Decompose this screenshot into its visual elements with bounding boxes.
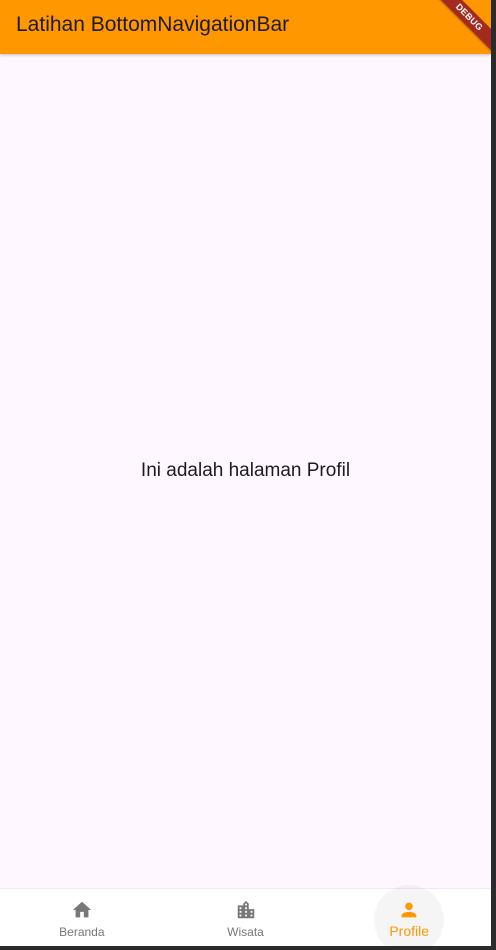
city-buildings-icon xyxy=(237,900,254,919)
app-bar: Latihan BottomNavigationBar xyxy=(0,0,491,54)
person-icon xyxy=(401,902,417,918)
nav-item-profile[interactable]: Profile xyxy=(327,885,491,946)
app-screen: Latihan BottomNavigationBar DEBUG Ini ad… xyxy=(0,0,491,946)
nav-item-beranda[interactable]: Beranda xyxy=(0,889,164,946)
profile-page-message: Ini adalah halaman Profil xyxy=(140,460,351,481)
nav-label-wisata: Wisata xyxy=(227,925,264,939)
home-icon xyxy=(72,901,91,918)
bottom-navigation-bar: Beranda Wisata Profile xyxy=(0,885,491,946)
app-bar-title: Latihan BottomNavigationBar xyxy=(16,13,290,36)
nav-item-wisata[interactable]: Wisata xyxy=(164,889,328,946)
page-body: Ini adalah halaman Profil xyxy=(0,54,491,888)
nav-label-profile: Profile xyxy=(389,923,430,939)
nav-label-beranda: Beranda xyxy=(59,925,105,939)
